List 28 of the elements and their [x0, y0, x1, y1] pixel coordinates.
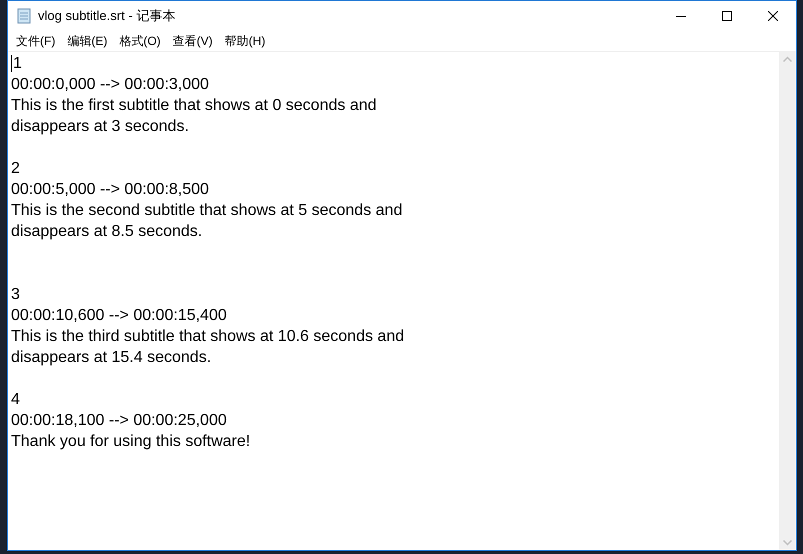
menu-item[interactable]: 查看(V) [166, 32, 219, 50]
subtitle-index: 3 [11, 286, 20, 303]
subtitle-timing: 00:00:0,000 --> 00:00:3,000 [11, 76, 209, 93]
subtitle-text: disappears at 15.4 seconds. [11, 349, 212, 366]
subtitle-index: 4 [11, 391, 20, 408]
menu-item[interactable]: 文件(F) [10, 32, 62, 50]
close-icon [768, 11, 778, 21]
text-cursor [11, 55, 12, 72]
subtitle-text: This is the second subtitle that shows at 5 seconds and [11, 202, 402, 219]
subtitle-index: 1 [13, 55, 22, 72]
subtitle-index: 2 [11, 160, 20, 177]
subtitle-timing: 00:00:18,100 --> 00:00:25,000 [11, 412, 227, 429]
menu-item[interactable]: 格式(O) [113, 32, 167, 50]
maximize-icon [722, 11, 732, 21]
scroll-up-icon[interactable] [783, 56, 792, 62]
scrollbar[interactable] [779, 52, 796, 550]
subtitle-timing: 00:00:5,000 --> 00:00:8,500 [11, 181, 209, 198]
subtitle-timing: 00:00:10,600 --> 00:00:15,400 [11, 307, 227, 324]
scroll-down-icon[interactable] [783, 540, 792, 546]
menu-item[interactable]: 帮助(H) [218, 32, 272, 50]
subtitle-text: disappears at 3 seconds. [11, 118, 189, 135]
subtitle-text: This is the first subtitle that shows at 0 seconds and [11, 97, 377, 114]
subtitle-text: disappears at 8.5 seconds. [11, 223, 202, 240]
window-title: vlog subtitle.srt - 记事本 [38, 7, 176, 26]
subtitle-text: Thank you for using this software! [11, 433, 250, 450]
notepad-icon [16, 8, 32, 24]
menu-item[interactable]: 编辑(E) [61, 32, 114, 50]
subtitle-text: This is the third subtitle that shows at 10.6 seconds and [11, 328, 404, 345]
